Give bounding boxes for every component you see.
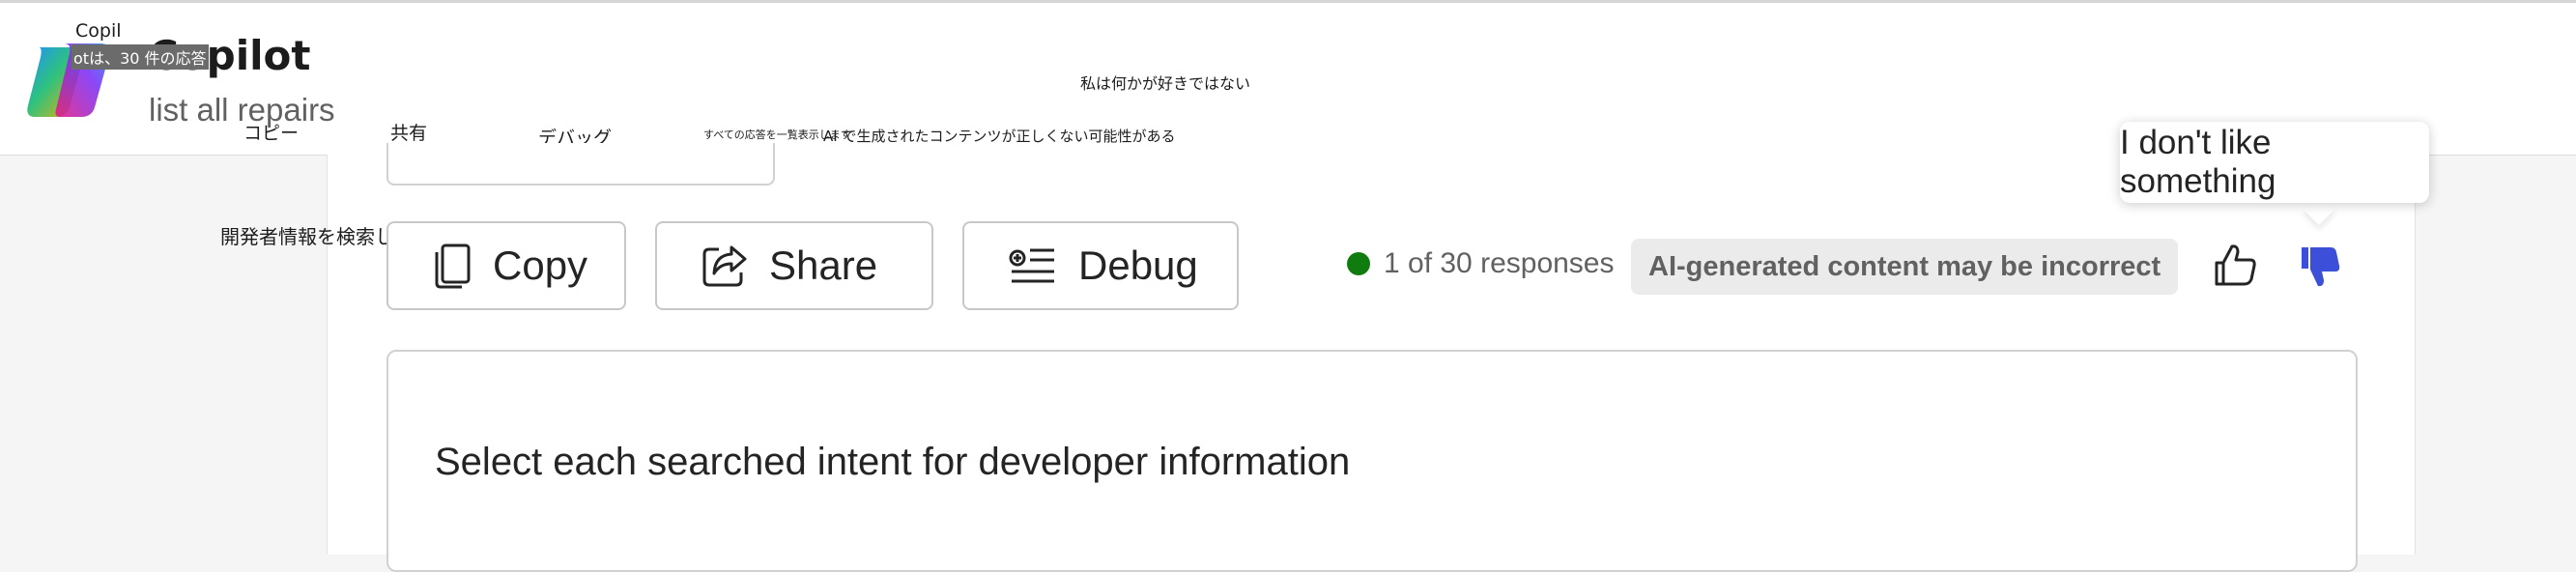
message-text: Select each searched intent for develope… bbox=[435, 441, 1351, 483]
thumbs-up-icon[interactable] bbox=[2211, 242, 2259, 290]
copy-icon bbox=[435, 243, 471, 289]
status-dot-icon bbox=[1347, 252, 1370, 275]
ai-disclaimer-badge: AI-generated content may be incorrect bbox=[1631, 239, 2179, 295]
share-button-label: Share bbox=[769, 243, 878, 288]
response-count-text: 1 of 30 responses bbox=[1384, 247, 1615, 279]
copy-label-ja: コピー bbox=[243, 123, 300, 144]
overlay-title-ja: Copil bbox=[75, 20, 122, 42]
debug-icon bbox=[1009, 248, 1054, 283]
dislike-label-ja: 私は何かが好きではない bbox=[1080, 74, 1251, 93]
debug-button[interactable]: Debug bbox=[962, 221, 1239, 310]
thumbs-down-icon[interactable] bbox=[2296, 242, 2344, 290]
previous-card-fragment bbox=[386, 143, 775, 186]
ai-disclaimer-ja: AI で生成されたコンテンツが正しくない可能性がある bbox=[823, 128, 1176, 145]
debug-button-label: Debug bbox=[1078, 243, 1198, 288]
share-button[interactable]: Share bbox=[655, 221, 933, 310]
overlay-status-ja: otは、30 件の応答 bbox=[72, 44, 209, 70]
response-counter[interactable]: 1 of 30 responses bbox=[1347, 247, 1615, 280]
copy-button-label: Copy bbox=[493, 243, 588, 288]
conversation-subtitle: list all repairs bbox=[149, 92, 335, 128]
message-card: Select each searched intent for develope… bbox=[386, 350, 2358, 572]
share-label-ja: 共有 bbox=[390, 123, 428, 144]
share-icon bbox=[702, 245, 747, 287]
dislike-tooltip: I don't like something bbox=[2120, 122, 2429, 203]
copy-button[interactable]: Copy bbox=[386, 221, 626, 310]
